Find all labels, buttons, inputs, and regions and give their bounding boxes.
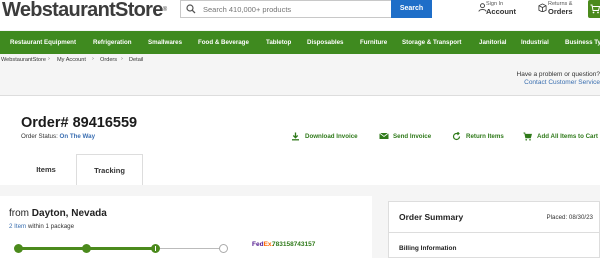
shipment-progress (14, 244, 228, 254)
help-question: Have a problem or question? (516, 71, 600, 78)
category-nav: Restaurant Equipment Refrigeration Small… (0, 31, 600, 54)
search-icon (186, 4, 196, 14)
breadcrumb-separator: › (92, 56, 94, 62)
tab-tracking[interactable]: Tracking (76, 154, 143, 186)
nav-item-furniture[interactable]: Furniture (360, 31, 387, 54)
download-invoice-label: Download Invoice (305, 133, 358, 140)
order-placed-date: Placed: 08/30/23 (546, 214, 593, 221)
summary-divider (389, 232, 600, 233)
progress-step-dot (14, 244, 23, 253)
breadcrumb-orders[interactable]: Orders (100, 57, 117, 63)
progress-bar-track (159, 248, 219, 249)
nav-item-refrigeration[interactable]: Refrigeration (93, 31, 132, 54)
send-invoice-label: Send Invoice (393, 133, 432, 140)
nav-item-industrial[interactable]: Industrial (521, 31, 549, 54)
progress-step-dot (150, 244, 160, 253)
breadcrumb: WebstaurantStore › My Account › Orders ›… (0, 55, 600, 65)
nav-item-janitorial[interactable]: Janitorial (479, 31, 507, 54)
order-title: Order# 89416559 (21, 115, 138, 131)
return-items-label: Return Items (466, 133, 504, 140)
breadcrumb-home[interactable]: WebstaurantStore (1, 57, 46, 63)
breadcrumb-separator: › (48, 56, 50, 62)
account-label: Account (486, 7, 516, 16)
tab-items[interactable]: Items (16, 154, 76, 186)
breadcrumb-detail: Detail (129, 57, 144, 63)
progress-step-dot (219, 244, 228, 253)
order-status-label: Order Status: (21, 133, 58, 140)
order-summary-title: Order Summary (399, 212, 464, 222)
item-count[interactable]: 2 Item (9, 223, 26, 230)
nav-item-storage-transport[interactable]: Storage & Transport (402, 31, 461, 54)
progress-step-dot (82, 244, 92, 253)
cart-button[interactable] (588, 0, 600, 18)
order-summary-panel: Order Summary Placed: 08/30/23 Billing I… (388, 201, 600, 258)
contact-customer-service-link[interactable]: Contact Customer Service (524, 79, 600, 86)
site-header: WebstaurantStore® Search Sign In Account… (0, 0, 600, 30)
order-status-value: On The Way (59, 133, 96, 140)
package-text: within 1 package (27, 223, 75, 230)
search-box[interactable] (180, 0, 391, 18)
ship-from-city: Dayton, Nevada (31, 208, 107, 219)
fedex-logo: FedEx. (252, 241, 274, 248)
box-icon (538, 3, 547, 12)
package-summary: 2 Item within 1 package (9, 223, 74, 230)
shipment-panel: from Dayton, Nevada 2 Item within 1 pack… (0, 196, 372, 258)
current-step-marker (154, 246, 157, 251)
order-status: Order Status: On The Way (21, 133, 95, 140)
site-logo[interactable]: WebstaurantStore® (2, 0, 167, 20)
search-input[interactable] (203, 3, 383, 16)
billing-information-heading: Billing Information (399, 245, 457, 252)
cart-icon (590, 4, 600, 14)
nav-item-tabletop[interactable]: Tabletop (266, 31, 291, 54)
ship-from: from Dayton, Nevada (9, 208, 107, 219)
return-icon (452, 132, 461, 141)
nav-item-restaurant-equipment[interactable]: Restaurant Equipment (10, 31, 76, 54)
nav-item-disposables[interactable]: Disposables (307, 31, 343, 54)
ship-from-label: from (9, 208, 29, 219)
nav-item-business-type[interactable]: Business Type (565, 31, 600, 54)
breadcrumb-my-account[interactable]: My Account (57, 57, 86, 63)
add-all-to-cart-label: Add All Items to Cart (537, 133, 598, 140)
search-button[interactable]: Search (391, 0, 432, 18)
orders-label: Orders (548, 7, 573, 16)
download-icon (292, 132, 299, 141)
nav-item-food-beverage[interactable]: Food & Beverage (198, 31, 249, 54)
breadcrumb-separator: › (121, 56, 123, 62)
envelope-icon (379, 132, 389, 139)
nav-item-smallwares[interactable]: Smallwares (148, 31, 182, 54)
tracking-number-link[interactable]: 783158743157 (272, 241, 315, 248)
cart-icon (523, 132, 532, 141)
